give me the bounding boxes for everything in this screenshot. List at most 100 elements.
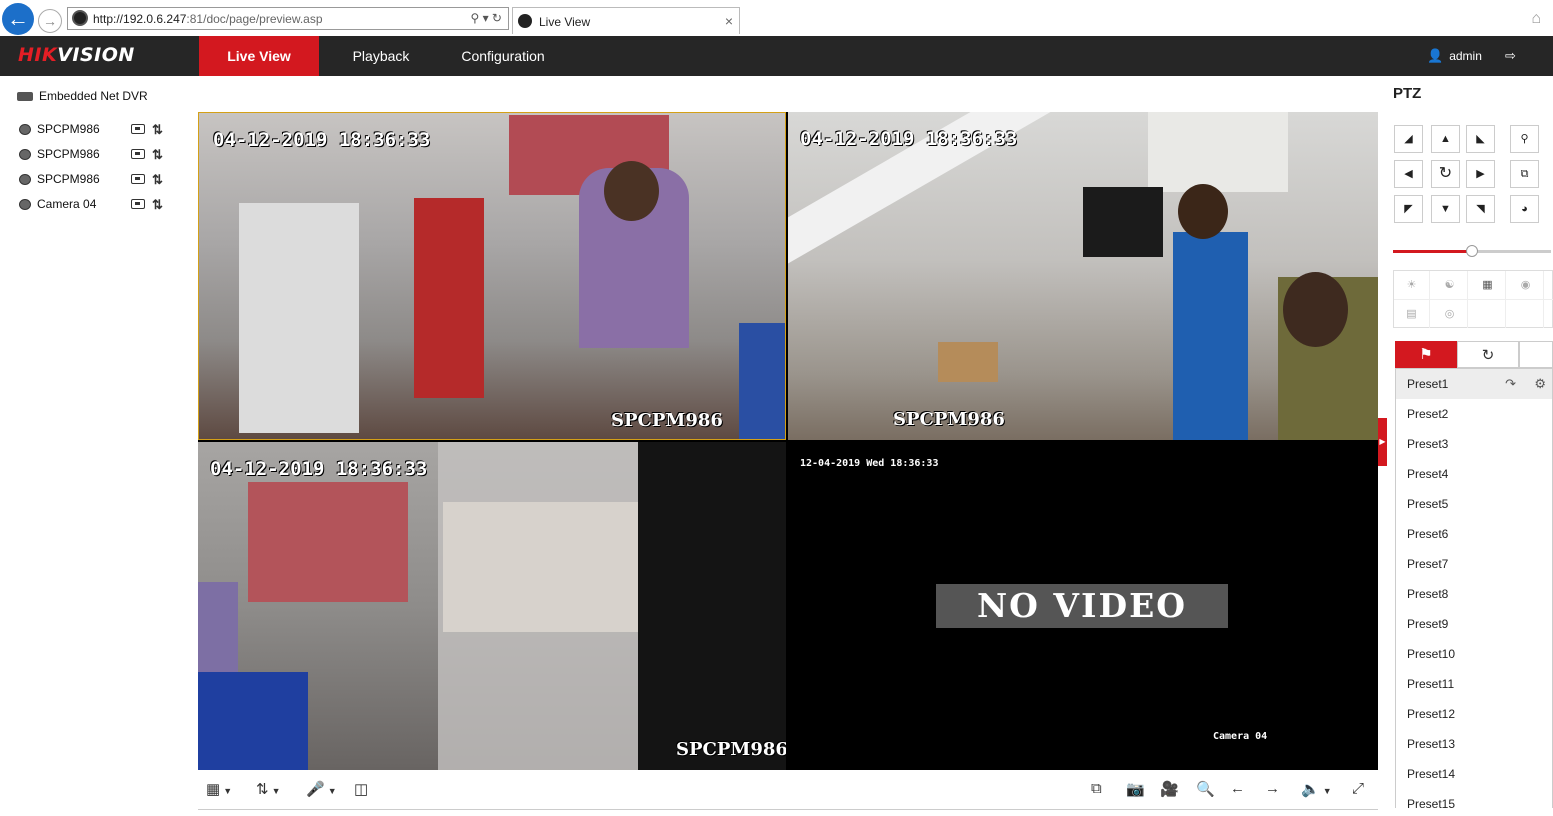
nav-configuration[interactable]: Configuration xyxy=(448,36,558,76)
ptz-control-icon[interactable]: ⇅ xyxy=(152,197,163,213)
focus-icon[interactable]: ⧉ xyxy=(1510,160,1539,188)
door-notice xyxy=(443,502,643,632)
home-icon[interactable]: ⌂ xyxy=(1531,10,1541,28)
no-video-label: NO VIDEO xyxy=(936,584,1228,628)
video-cell-3[interactable]: 04-12-2019 18:36:33 SPCPM986 xyxy=(198,442,786,770)
preset-item[interactable]: Preset3 xyxy=(1396,429,1552,459)
preset-item[interactable]: Preset4 xyxy=(1396,459,1552,489)
nav-live-view[interactable]: Live View xyxy=(199,36,319,76)
previous-page-icon[interactable]: ← xyxy=(1230,780,1245,797)
technician-figure xyxy=(1173,232,1248,440)
auto-scan-icon[interactable]: ↻ xyxy=(1431,160,1460,188)
window-layout-icon[interactable]: ▦ ▼ xyxy=(206,780,232,798)
logout-button[interactable]: ⇨Logout xyxy=(1505,36,1553,103)
back-arrow-icon[interactable]: ← xyxy=(2,3,34,35)
camera-item-4[interactable]: Camera 04 ⇅ xyxy=(19,196,179,214)
preset-item[interactable]: Preset7 xyxy=(1396,549,1552,579)
preset-item[interactable]: Preset6 xyxy=(1396,519,1552,549)
zoom-in-icon[interactable]: ⚲ xyxy=(1510,125,1539,153)
camera-item-3[interactable]: SPCPM986 ⇅ xyxy=(19,171,179,189)
browser-tab[interactable]: Live View × xyxy=(512,7,740,34)
pan-down-icon[interactable]: ▼ xyxy=(1431,195,1460,223)
atm-front xyxy=(414,198,484,398)
camera-item-1[interactable]: SPCPM986 ⇅ xyxy=(19,121,179,139)
preset-item[interactable]: Preset5 xyxy=(1396,489,1552,519)
video-cell-2[interactable]: 04-12-2019 18:36:33 SPCPM986 xyxy=(788,112,1378,440)
device-tree-root[interactable]: Embedded Net DVR xyxy=(17,89,148,103)
dark-corridor xyxy=(638,442,786,770)
capture-icon[interactable]: 📷 xyxy=(1126,780,1145,798)
video-cell-1[interactable]: 04-12-2019 18:36:33 SPCPM986 xyxy=(198,112,786,440)
ptz-display-icon[interactable]: ◫ xyxy=(354,780,368,798)
osd-channel-name: Camera 04 xyxy=(1213,731,1268,742)
tab-close-icon[interactable]: × xyxy=(725,13,733,29)
panel-collapse-handle[interactable]: ▶ xyxy=(1378,418,1387,466)
ptz-control-icon[interactable]: ⇅ xyxy=(152,122,163,138)
record-icon[interactable] xyxy=(131,124,145,134)
slider-knob[interactable] xyxy=(1466,245,1478,257)
wiper-icon[interactable]: ☯ xyxy=(1432,271,1468,299)
osd-timestamp: 12-04-2019 Wed 18:36:33 xyxy=(800,458,939,469)
3d-zoom-icon[interactable]: ◎ xyxy=(1432,300,1468,328)
fullscreen-icon[interactable]: ⤢ xyxy=(1352,780,1364,797)
zoom-icon[interactable]: 🔍 xyxy=(1196,780,1215,798)
lens-init-icon[interactable]: ◉ xyxy=(1508,271,1544,299)
osd-timestamp: 04-12-2019 18:36:33 xyxy=(210,458,428,480)
preset-list: Preset1 ↷ ⚙ Preset2 Preset3 Preset4 Preset… xyxy=(1395,368,1553,808)
preset-item[interactable]: Preset12 xyxy=(1396,699,1552,729)
cardboard-box xyxy=(938,342,998,382)
nav-playback[interactable]: Playback xyxy=(337,36,425,76)
app-header: HIKVISION Live View Playback Configurati… xyxy=(0,36,1553,103)
address-bar[interactable]: http://192.0.6.247:81/doc/page/preview.a… xyxy=(67,7,509,30)
preset-item[interactable]: Preset8 xyxy=(1396,579,1552,609)
preset-item[interactable]: Preset14 xyxy=(1396,759,1552,789)
audio-mute-icon[interactable]: 🔈 ▼ xyxy=(1301,780,1332,798)
next-page-icon[interactable]: → xyxy=(1265,780,1280,797)
microphone-icon[interactable]: 🎤 ▼ xyxy=(306,780,337,798)
record-icon[interactable] xyxy=(131,149,145,159)
record-icon[interactable] xyxy=(131,174,145,184)
preset-item[interactable]: Preset15 xyxy=(1396,789,1552,808)
preset-item[interactable]: Preset11 xyxy=(1396,669,1552,699)
ptz-control-icon[interactable]: ⇅ xyxy=(152,147,163,163)
preset-item[interactable]: Preset10 xyxy=(1396,639,1552,669)
pan-down-right-icon[interactable]: ◥ xyxy=(1466,195,1495,223)
set-preset-gear-icon[interactable]: ⚙ xyxy=(1534,369,1546,399)
pan-up-left-icon[interactable]: ◢ xyxy=(1394,125,1423,153)
osd-channel-name: SPCPM986 xyxy=(676,739,786,760)
preset-item[interactable]: Preset1 ↷ ⚙ xyxy=(1396,369,1552,399)
pan-down-left-icon[interactable]: ◤ xyxy=(1394,195,1423,223)
tab-pattern[interactable] xyxy=(1519,341,1553,368)
camera-item-2[interactable]: SPCPM986 ⇅ xyxy=(19,146,179,164)
preset-item[interactable]: Preset2 xyxy=(1396,399,1552,429)
stop-all-icon[interactable]: ⧉ xyxy=(1091,780,1102,797)
user-menu[interactable]: 👤 admin xyxy=(1427,36,1482,76)
ptz-control-icon[interactable]: ⇅ xyxy=(152,172,163,188)
url-text[interactable]: http://192.0.6.247:81/doc/page/preview.a… xyxy=(93,12,323,26)
ptz-speed-slider[interactable] xyxy=(1393,245,1551,257)
camera-label: SPCPM986 xyxy=(37,122,100,136)
pan-up-icon[interactable]: ▲ xyxy=(1431,125,1460,153)
forward-arrow-icon[interactable]: → xyxy=(38,9,62,33)
camera-icon xyxy=(19,124,31,135)
pan-up-right-icon[interactable]: ◣ xyxy=(1466,125,1495,153)
preset-item[interactable]: Preset9 xyxy=(1396,609,1552,639)
video-cell-4[interactable]: 12-04-2019 Wed 18:36:33 NO VIDEO Camera … xyxy=(788,442,1378,770)
tab-preset-flag-icon[interactable]: ⚑ xyxy=(1395,341,1457,368)
record-icon[interactable] xyxy=(131,199,145,209)
call-preset-icon[interactable]: ↷ xyxy=(1505,369,1516,399)
preset-item[interactable]: Preset13 xyxy=(1396,729,1552,759)
record-all-icon[interactable]: 🎥 xyxy=(1160,780,1179,798)
pan-left-icon[interactable]: ◀ xyxy=(1394,160,1423,188)
stream-type-icon[interactable]: ⇅ ▼ xyxy=(256,780,281,798)
osd-channel-name: SPCPM986 xyxy=(611,410,723,431)
pan-right-icon[interactable]: ▶ xyxy=(1466,160,1495,188)
iris-icon[interactable]: ◕ xyxy=(1510,195,1539,223)
manual-track-icon[interactable]: ▤ xyxy=(1394,300,1430,328)
search-refresh-icon[interactable]: ⚲ ▾ ↻ xyxy=(470,11,502,25)
browser-chrome: ← → http://192.0.6.247:81/doc/page/previ… xyxy=(0,0,1553,36)
tab-patrol-icon[interactable]: ↻ xyxy=(1457,341,1519,368)
wall-poster xyxy=(248,482,408,602)
auto-focus-icon[interactable]: ▦ xyxy=(1470,271,1506,299)
light-icon[interactable]: ☀ xyxy=(1394,271,1430,299)
